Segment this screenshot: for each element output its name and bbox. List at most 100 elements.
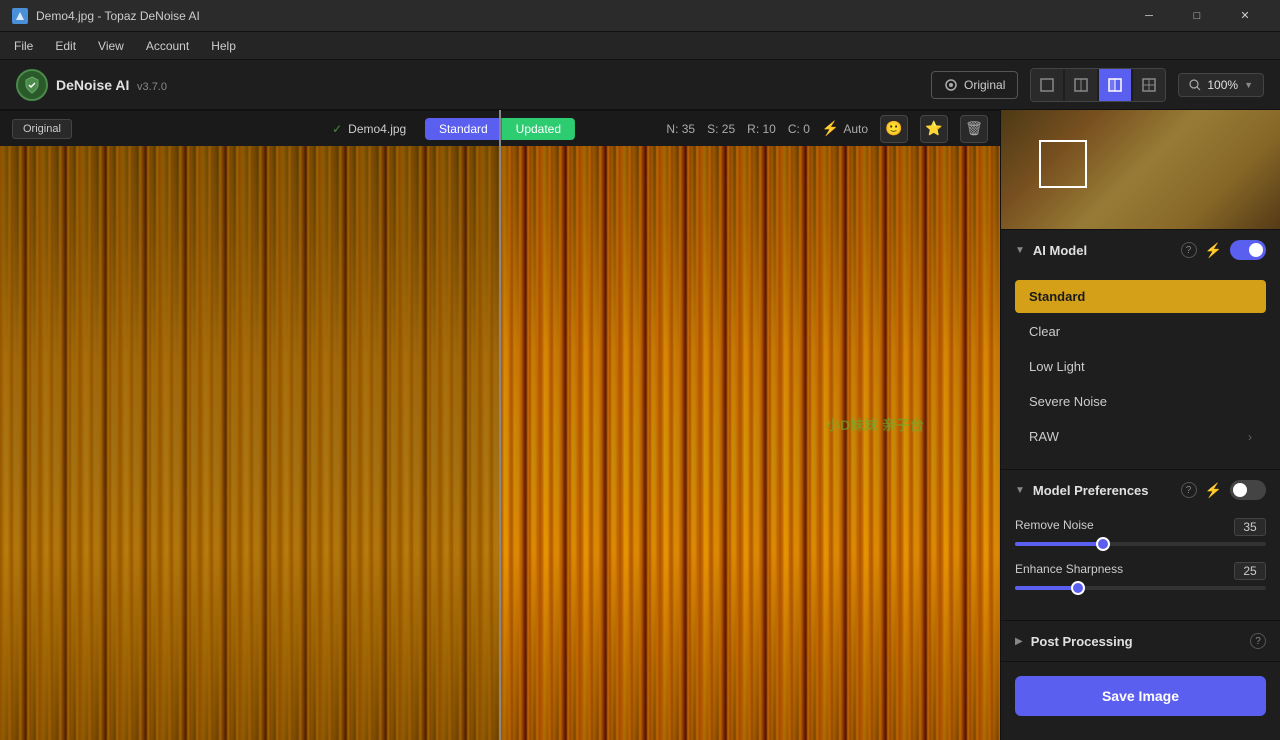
logo-shield: [16, 69, 48, 101]
ai-model-help-icon[interactable]: ?: [1181, 242, 1197, 258]
toolbar: DeNoise AI v3.7.0 Original: [0, 60, 1280, 110]
logo-version: v3.7.0: [137, 81, 167, 93]
auto-group: ⚡ Auto: [822, 120, 868, 137]
image-viewer[interactable]: 小D妹妹 亲子台 Original ✓ Demo4.jpg N: 35 S:: [0, 110, 1000, 740]
ai-model-content: Standard Clear Low Light Severe Noise RA…: [1001, 270, 1280, 469]
model-option-standard[interactable]: Standard: [1015, 280, 1266, 313]
preferences-chevron-icon: ▼: [1015, 485, 1025, 496]
left-image-panel: [0, 110, 500, 740]
original-image-sim: [0, 110, 500, 740]
ai-model-header[interactable]: ▼ AI Model ? ⚡: [1001, 230, 1280, 270]
post-processing-chevron-icon: ▶: [1015, 636, 1023, 647]
preferences-toggle[interactable]: [1230, 480, 1266, 500]
preferences-help-icon[interactable]: ?: [1181, 482, 1197, 498]
close-button[interactable]: ✕: [1222, 0, 1268, 32]
original-button-label: Original: [964, 78, 1005, 92]
window-title: Demo4.jpg - Topaz DeNoise AI: [36, 9, 200, 23]
preferences-lightning-icon: ⚡: [1205, 482, 1222, 499]
minimize-button[interactable]: ─: [1126, 0, 1172, 32]
view-split-active-button[interactable]: [1099, 69, 1131, 101]
view-quad-button[interactable]: [1133, 69, 1165, 101]
ai-model-section: ▼ AI Model ? ⚡ Standard Clear Low Light: [1001, 230, 1280, 470]
color-status: C: 0: [788, 122, 810, 136]
original-button[interactable]: Original: [931, 71, 1018, 99]
model-badge-updated: Updated: [502, 118, 575, 140]
model-badge-standard: Standard: [425, 118, 502, 140]
remove-noise-thumb[interactable]: [1096, 537, 1110, 551]
remove-noise-value: 35: [1234, 518, 1266, 536]
image-divider[interactable]: [499, 110, 501, 740]
window-controls[interactable]: ─ □ ✕: [1126, 0, 1268, 32]
menu-help[interactable]: Help: [201, 36, 246, 56]
star-button[interactable]: ⭐: [920, 115, 948, 143]
view-single-button[interactable]: [1031, 69, 1063, 101]
remove-noise-track[interactable]: [1015, 542, 1266, 546]
enhance-sharpness-fill: [1015, 586, 1078, 590]
eye-icon: [944, 78, 958, 92]
model-option-raw[interactable]: RAW ›: [1015, 420, 1266, 453]
right-image-panel: 小D妹妹 亲子台: [500, 110, 1000, 740]
menu-view[interactable]: View: [88, 36, 134, 56]
menu-file[interactable]: File: [4, 36, 43, 56]
content-area: 小D妹妹 亲子台 Original ✓ Demo4.jpg N: 35 S:: [0, 110, 1280, 740]
lightning-icon: ⚡: [822, 120, 839, 137]
title-bar: Demo4.jpg - Topaz DeNoise AI ─ □ ✕: [0, 0, 1280, 32]
model-preferences-content: Remove Noise 35 Enhance Sharpness: [1001, 510, 1280, 620]
enhance-sharpness-label-row: Enhance Sharpness 25: [1015, 562, 1266, 580]
model-preferences-section: ▼ Model Preferences ? ⚡ Remove Noise 35: [1001, 470, 1280, 621]
menu-edit[interactable]: Edit: [45, 36, 86, 56]
raw-arrow-icon: ›: [1248, 430, 1252, 444]
enhance-sharpness-label: Enhance Sharpness: [1015, 562, 1123, 580]
model-preferences-header[interactable]: ▼ Model Preferences ? ⚡: [1001, 470, 1280, 510]
enhance-sharpness-track[interactable]: [1015, 586, 1266, 590]
file-entry: ✓ Demo4.jpg: [332, 122, 406, 136]
remove-noise-row: Remove Noise 35: [1015, 518, 1266, 546]
smiley-button[interactable]: 🙂: [880, 115, 908, 143]
enhance-sharpness-thumb[interactable]: [1071, 581, 1085, 595]
enhance-sharpness-row: Enhance Sharpness 25: [1015, 562, 1266, 590]
recovery-status: R: 10: [747, 122, 776, 136]
ai-model-title: AI Model: [1033, 243, 1173, 258]
post-processing-help-icon[interactable]: ?: [1250, 633, 1266, 649]
original-image: [0, 110, 500, 740]
processed-image-sim: [500, 110, 1000, 740]
view-mode-group: [1030, 68, 1166, 102]
model-option-low-light[interactable]: Low Light: [1015, 350, 1266, 383]
app-container: DeNoise AI v3.7.0 Original: [0, 60, 1280, 740]
file-check-icon: ✓: [332, 122, 342, 136]
remove-noise-label: Remove Noise: [1015, 518, 1094, 536]
maximize-button[interactable]: □: [1174, 0, 1220, 32]
right-panel: ▼ AI Model ? ⚡ Standard Clear Low Light: [1000, 110, 1280, 740]
thumbnail-viewport-box[interactable]: [1039, 140, 1087, 188]
logo-area: DeNoise AI v3.7.0: [16, 69, 167, 101]
view-split-v-button[interactable]: [1065, 69, 1097, 101]
file-name-label: Demo4.jpg: [348, 122, 406, 136]
model-option-severe-noise[interactable]: Severe Noise: [1015, 385, 1266, 418]
save-image-button[interactable]: Save Image: [1015, 676, 1266, 716]
ai-model-toggle[interactable]: [1230, 240, 1266, 260]
zoom-chevron-icon: ▼: [1244, 80, 1253, 90]
zoom-control[interactable]: 100% ▼: [1178, 73, 1264, 97]
logo-app-name: DeNoise AI: [56, 77, 129, 93]
logo-text-area: DeNoise AI v3.7.0: [56, 77, 167, 93]
auto-label: Auto: [843, 122, 868, 136]
app-icon: [12, 8, 28, 24]
sharpness-status: S: 25: [707, 122, 735, 136]
processed-image: [500, 110, 1000, 740]
post-processing-header[interactable]: ▶ Post Processing ?: [1001, 621, 1280, 661]
menu-bar: File Edit View Account Help: [0, 32, 1280, 60]
thumbnail-area: [1001, 110, 1280, 230]
original-label: Original: [12, 119, 72, 139]
post-processing-title: Post Processing: [1031, 634, 1242, 649]
post-processing-section: ▶ Post Processing ?: [1001, 621, 1280, 662]
ai-model-chevron-icon: ▼: [1015, 245, 1025, 256]
trash-button[interactable]: 🗑: [960, 115, 988, 143]
zoom-icon: [1189, 79, 1201, 91]
ai-model-lightning-icon: ⚡: [1205, 242, 1222, 259]
enhance-sharpness-value: 25: [1234, 562, 1266, 580]
remove-noise-fill: [1015, 542, 1103, 546]
canvas-area: 小D妹妹 亲子台: [0, 110, 1000, 740]
model-option-clear[interactable]: Clear: [1015, 315, 1266, 348]
noise-status: N: 35: [666, 122, 695, 136]
menu-account[interactable]: Account: [136, 36, 199, 56]
